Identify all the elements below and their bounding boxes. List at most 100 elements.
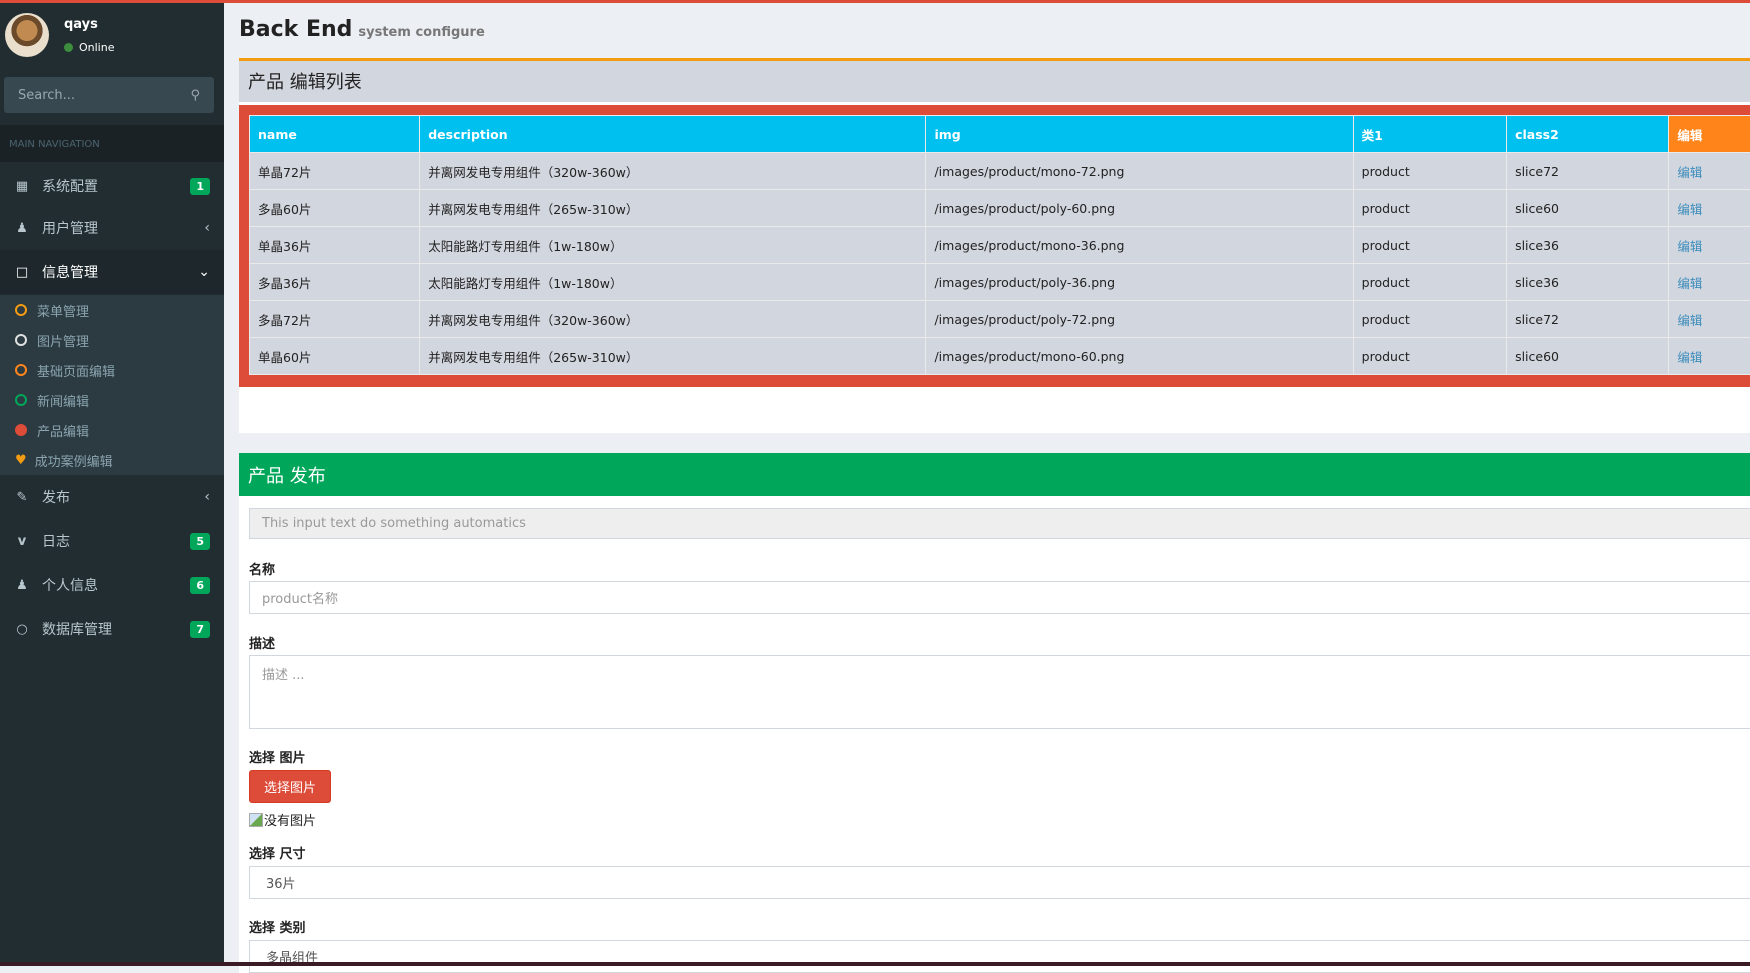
table-wrapper: name description img 类1 class2 编辑 单晶72片并…: [239, 105, 1750, 387]
submenu-item-products[interactable]: 产品编辑: [0, 415, 224, 445]
search-icon[interactable]: ⚲: [190, 88, 200, 103]
column-header: description: [420, 116, 926, 153]
table-cell: 并离网发电专用组件（265w-310w）: [420, 338, 926, 375]
submenu-item-news[interactable]: 新闻编辑: [0, 385, 224, 415]
table-cell: 单晶36片: [250, 227, 420, 264]
sidebar-item-database[interactable]: ○数据库管理7: [0, 607, 224, 651]
chevron-down-icon: ⌄: [198, 264, 210, 280]
table-row: 多晶72片并离网发电专用组件（320w-360w）/images/product…: [250, 301, 1750, 338]
auto-input[interactable]: This input text do something automatics: [249, 508, 1750, 539]
edit-link[interactable]: 编辑: [1677, 202, 1702, 217]
table-cell: product: [1353, 153, 1506, 190]
user-status: Online: [64, 41, 114, 54]
table-cell: 单晶60片: [250, 338, 420, 375]
sidebar-search-input[interactable]: Search...⚲: [4, 77, 214, 113]
table-cell: 多晶72片: [250, 301, 420, 338]
user-icon: ♟: [12, 578, 32, 593]
table-cell: 太阳能路灯专用组件（1w-180w）: [420, 227, 926, 264]
badge: 7: [190, 621, 210, 638]
table-cell: 编辑: [1669, 264, 1750, 301]
submenu-item-basic-pages[interactable]: 基础页面编辑: [0, 355, 224, 385]
table-cell: product: [1353, 190, 1506, 227]
table-cell: 多晶36片: [250, 264, 420, 301]
user-icon: ♟: [12, 221, 32, 236]
submenu-item-images[interactable]: 图片管理: [0, 325, 224, 355]
class-label: 选择 类别: [249, 917, 306, 936]
vimeo-icon: v: [12, 534, 32, 549]
chevron-left-icon: ‹: [204, 220, 210, 236]
table-cell: slice36: [1507, 227, 1669, 264]
table-cell: 编辑: [1669, 227, 1750, 264]
table-row: 单晶72片并离网发电专用组件（320w-360w）/images/product…: [250, 153, 1750, 190]
table-cell: 并离网发电专用组件（265w-310w）: [420, 190, 926, 227]
badge: 5: [190, 533, 210, 550]
product-list-box: 产品 编辑列表 name description img 类1 class2 编…: [239, 58, 1750, 433]
circle-icon: [15, 334, 27, 346]
online-dot-icon: [64, 43, 73, 52]
submenu: 菜单管理 图片管理 基础页面编辑 新闻编辑 产品编辑 ♥成功案例编辑: [0, 295, 224, 475]
size-select[interactable]: 36片: [249, 866, 1750, 899]
table-cell: /images/product/poly-36.png: [926, 264, 1353, 301]
table-cell: /images/product/mono-60.png: [926, 338, 1353, 375]
image-preview: 没有图片: [249, 810, 316, 829]
table-cell: /images/product/mono-36.png: [926, 227, 1353, 264]
box-title: 产品 发布: [239, 453, 1750, 496]
laptop-icon: □: [12, 265, 32, 280]
chevron-left-icon: ‹: [204, 489, 210, 505]
table-cell: slice36: [1507, 264, 1669, 301]
sidebar: qays Online Search...⚲ MAIN NAVIGATION ▦…: [0, 3, 224, 962]
broken-image-icon: [249, 813, 263, 827]
badge: 1: [190, 178, 210, 195]
table-cell: 编辑: [1669, 301, 1750, 338]
gear-icon: [15, 424, 27, 436]
sidebar-item-system-config[interactable]: ▦系统配置1: [0, 164, 224, 208]
image-label: 选择 图片: [249, 747, 306, 766]
edit-link[interactable]: 编辑: [1677, 313, 1702, 328]
edit-link[interactable]: 编辑: [1677, 165, 1702, 180]
user-name: qays: [64, 17, 98, 32]
bottom-bar: [0, 962, 1750, 966]
table-row: 单晶36片太阳能路灯专用组件（1w-180w）/images/product/m…: [250, 227, 1750, 264]
column-header: name: [250, 116, 420, 153]
description-textarea[interactable]: 描述 ...: [249, 655, 1750, 729]
circle-icon: [15, 364, 27, 376]
table-cell: slice60: [1507, 190, 1669, 227]
table-cell: 编辑: [1669, 338, 1750, 375]
table-cell: product: [1353, 301, 1506, 338]
table-cell: 单晶72片: [250, 153, 420, 190]
edit-link[interactable]: 编辑: [1677, 276, 1702, 291]
sidebar-item-logs[interactable]: v日志5: [0, 519, 224, 563]
main-content: Back Endsystem configure 产品 编辑列表 name de…: [224, 3, 1750, 962]
edit-link[interactable]: 编辑: [1677, 239, 1702, 254]
th-icon: ▦: [12, 179, 32, 194]
table-cell: 并离网发电专用组件（320w-360w）: [420, 301, 926, 338]
class-select[interactable]: 多晶组件: [249, 940, 1750, 973]
table-cell: /images/product/poly-60.png: [926, 190, 1353, 227]
name-input[interactable]: product名称: [249, 581, 1750, 614]
circle-icon: [15, 394, 27, 406]
table-cell: 多晶60片: [250, 190, 420, 227]
page-subtitle: system configure: [358, 25, 484, 40]
submenu-item-cases[interactable]: ♥成功案例编辑: [0, 445, 224, 475]
column-header: class2: [1507, 116, 1669, 153]
edit-link[interactable]: 编辑: [1677, 350, 1702, 365]
circle-icon: [15, 304, 27, 316]
table-cell: 编辑: [1669, 190, 1750, 227]
table-cell: product: [1353, 264, 1506, 301]
sidebar-item-profile[interactable]: ♟个人信息6: [0, 563, 224, 607]
table-cell: 太阳能路灯专用组件（1w-180w）: [420, 264, 926, 301]
circle-icon: ○: [12, 622, 32, 637]
table-cell: product: [1353, 338, 1506, 375]
sidebar-item-publish[interactable]: ✎发布‹: [0, 475, 224, 519]
submenu-item-menu[interactable]: 菜单管理: [0, 295, 224, 325]
sidebar-item-user-management[interactable]: ♟用户管理‹: [0, 206, 224, 250]
table-cell: slice72: [1507, 153, 1669, 190]
sidebar-item-info-management[interactable]: □信息管理⌄: [0, 250, 224, 294]
table-cell: 并离网发电专用组件（320w-360w）: [420, 153, 926, 190]
table-row: 多晶60片并离网发电专用组件（265w-310w）/images/product…: [250, 190, 1750, 227]
product-table: name description img 类1 class2 编辑 单晶72片并…: [249, 115, 1750, 375]
select-image-button[interactable]: 选择图片: [249, 770, 331, 803]
table-cell: 编辑: [1669, 153, 1750, 190]
page-title: Back Endsystem configure: [239, 17, 485, 42]
avatar: [5, 13, 49, 57]
